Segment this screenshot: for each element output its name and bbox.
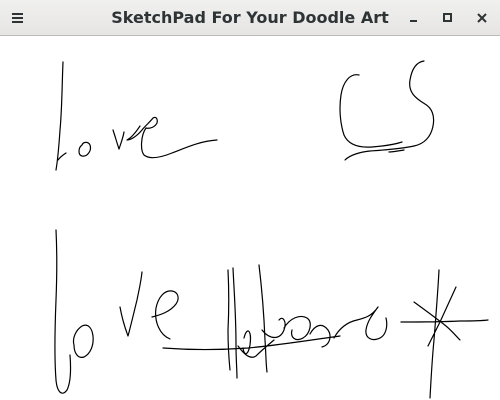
sketchpad-window: SketchPad For Your Doodle Art [0,0,500,400]
doodle-love-stroke [55,61,218,171]
doodle-us-stroke [339,60,435,161]
doodle-love-letters-stroke [54,229,388,394]
doodle-star-stroke [400,269,489,399]
drawing-canvas[interactable] [0,37,500,400]
